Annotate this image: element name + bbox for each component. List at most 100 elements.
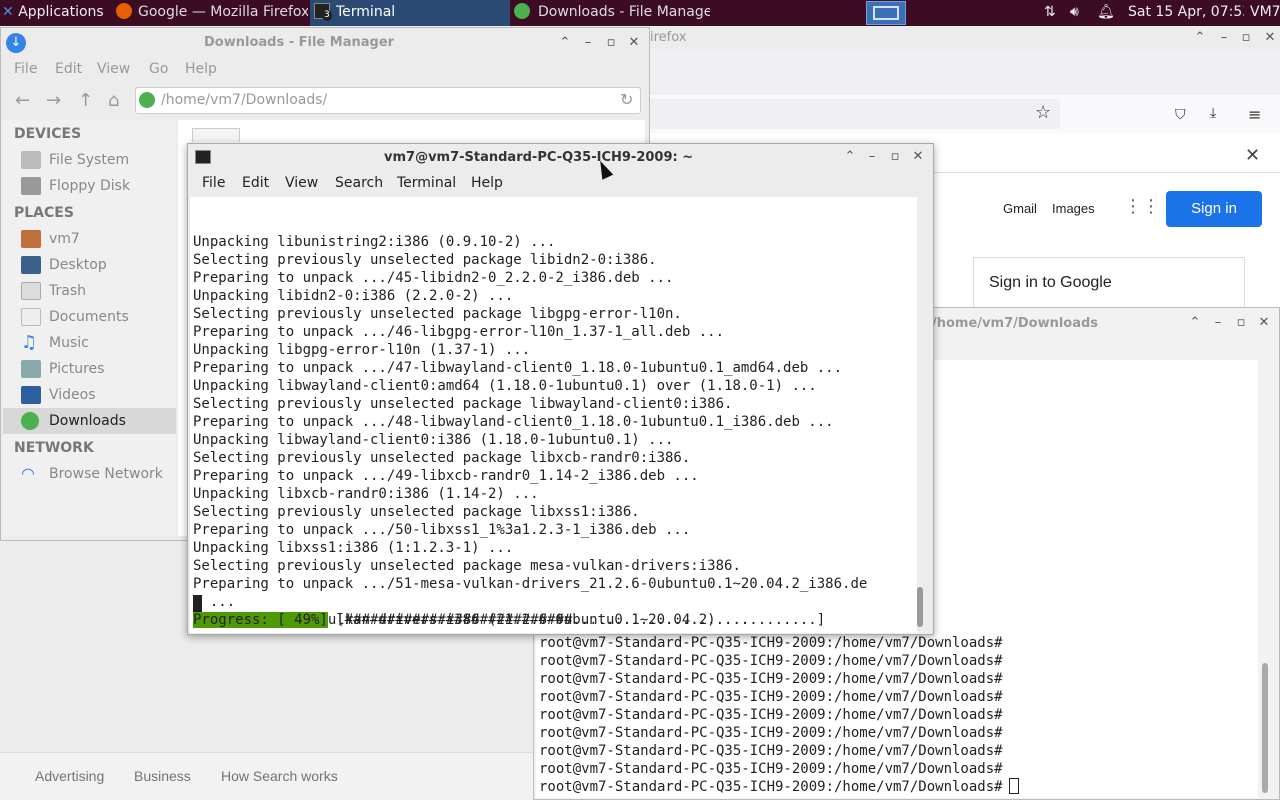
- close-button[interactable]: ✕: [1256, 315, 1272, 330]
- task-terminal[interactable]: Terminal 3: [310, 0, 510, 26]
- collapse-icon[interactable]: ⌃: [557, 35, 573, 50]
- maximize-button[interactable]: ▫: [603, 35, 619, 50]
- sidebar-item-documents[interactable]: Documents: [3, 304, 176, 330]
- section-devices: DEVICES: [14, 126, 82, 142]
- minimize-button[interactable]: –: [1216, 27, 1232, 49]
- terminal-title: vm7@vm7-Standard-PC-Q35-ICH9-2009: ~: [384, 150, 694, 165]
- forward-arrow-icon[interactable]: →: [46, 90, 61, 111]
- sidebar-item-downloads[interactable]: Downloads: [3, 408, 176, 434]
- sign-in-card-title: Sign in to Google: [989, 274, 1112, 291]
- close-notification-icon[interactable]: ✕: [1245, 145, 1260, 166]
- progress-bar-text: [###########################............…: [327, 612, 826, 628]
- downloads-icon[interactable]: ⤓: [1210, 105, 1216, 121]
- terminal-line: Selecting previously unselected package …: [193, 396, 733, 412]
- drive-icon: [21, 151, 41, 169]
- terminal-2-cursor: [1008, 778, 1019, 794]
- sidebar-item-home[interactable]: vm7: [3, 226, 176, 252]
- file-item-icon[interactable]: [192, 128, 240, 142]
- firefox-titlebar: irefox ⌃ – ▫ ✕: [630, 27, 1280, 49]
- menu-help[interactable]: Help: [185, 61, 217, 77]
- task-firefox[interactable]: Google — Mozilla Firefox: [112, 0, 308, 26]
- gmail-link[interactable]: Gmail: [1003, 201, 1037, 216]
- task-file-manager[interactable]: Downloads - File Manager: [512, 0, 710, 26]
- terminal-line: Unpacking libwayland-client0:i386 (1.18.…: [193, 432, 674, 448]
- close-button[interactable]: ✕: [1262, 27, 1278, 49]
- menu-help[interactable]: Help: [471, 175, 503, 191]
- maximize-button[interactable]: ▫: [887, 149, 903, 164]
- menu-edit[interactable]: Edit: [55, 61, 82, 77]
- sidebar-item-floppy[interactable]: Floppy Disk: [3, 173, 176, 199]
- terminal-2-prompt-line: root@vm7-Standard-PC-Q35-ICH9-2009:/home…: [539, 671, 1003, 687]
- footer-how-search-works[interactable]: How Search works: [221, 768, 338, 784]
- music-note-icon: ♫: [21, 332, 38, 353]
- location-bar[interactable]: /home/vm7/Downloads/ ↻: [135, 87, 641, 114]
- back-arrow-icon[interactable]: ←: [15, 90, 30, 111]
- terminal-output[interactable]: Unpacking libunistring2:i386 (0.9.10-2) …: [190, 197, 917, 633]
- sidebar-item-desktop[interactable]: Desktop: [3, 252, 176, 278]
- applications-menu[interactable]: ✕ Applications ⋮: [2, 0, 110, 26]
- collapse-icon[interactable]: ⌃: [842, 149, 858, 164]
- downloads-location-icon: [139, 92, 155, 108]
- terminal-scrollbar[interactable]: [917, 587, 923, 627]
- notification-bell-icon[interactable]: 🔔︎: [1097, 0, 1115, 26]
- sidebar-item-videos[interactable]: Videos: [3, 382, 176, 408]
- terminal-2-scrollbar[interactable]: [1262, 663, 1268, 793]
- sign-in-button[interactable]: Sign in: [1166, 191, 1262, 227]
- address-bar[interactable]: ☆: [630, 99, 1060, 129]
- maximize-button[interactable]: ▫: [1233, 315, 1249, 330]
- floppy-icon: [21, 177, 41, 195]
- terminal-line: Unpacking libxcb-randr0:i386 (1.14-2) ..…: [193, 486, 539, 502]
- downloads-folder-icon: [514, 3, 530, 19]
- progress-label: Progress: [ 49%]: [193, 612, 328, 628]
- firefox-title: irefox: [650, 30, 687, 45]
- trash-icon: [21, 282, 41, 300]
- menu-terminal[interactable]: Terminal: [397, 175, 456, 191]
- minimize-icon[interactable]: ⌃: [1192, 27, 1208, 49]
- menu-edit[interactable]: Edit: [242, 175, 269, 191]
- network-icon[interactable]: ⇅: [1044, 0, 1064, 26]
- maximize-button[interactable]: ▫: [1238, 27, 1254, 49]
- user-menu[interactable]: VM7: [1250, 0, 1280, 26]
- sidebar-item-file-system[interactable]: File System: [3, 147, 176, 173]
- terminal-2-prompt-line: root@vm7-Standard-PC-Q35-ICH9-2009:/home…: [539, 743, 1003, 759]
- terminal-2-title: /home/vm7/Downloads: [932, 316, 1099, 331]
- collapse-icon[interactable]: ⌃: [1187, 315, 1203, 330]
- hamburger-menu-icon[interactable]: ≡: [1248, 105, 1261, 124]
- images-link[interactable]: Images: [1052, 201, 1095, 216]
- menu-file[interactable]: File: [202, 175, 225, 191]
- menu-go[interactable]: Go: [149, 61, 168, 77]
- close-button[interactable]: ✕: [910, 149, 926, 164]
- terminal-2-prompt-line: root@vm7-Standard-PC-Q35-ICH9-2009:/home…: [539, 707, 1003, 723]
- menu-view[interactable]: View: [285, 175, 318, 191]
- menu-view[interactable]: View: [97, 61, 130, 77]
- sidebar-item-pictures[interactable]: Pictures: [3, 356, 176, 382]
- minimize-button[interactable]: –: [580, 35, 596, 50]
- footer-business[interactable]: Business: [134, 768, 191, 784]
- top-panel: ✕ Applications ⋮ Google — Mozilla Firefo…: [0, 0, 1280, 26]
- home-icon[interactable]: ⌂: [108, 90, 119, 111]
- footer-advertising[interactable]: Advertising: [35, 768, 104, 784]
- workspace-switcher[interactable]: [866, 1, 906, 25]
- clock[interactable]: Sat 15 Apr, 07:53: [1128, 0, 1244, 26]
- pocket-icon[interactable]: ⛉: [1175, 107, 1186, 123]
- sidebar-item-trash[interactable]: Trash: [3, 278, 176, 304]
- terminal-2-prompt-line: root@vm7-Standard-PC-Q35-ICH9-2009:/home…: [539, 635, 1003, 651]
- reload-icon[interactable]: ↻: [620, 90, 633, 109]
- sidebar-item-music[interactable]: ♫ Music: [3, 330, 176, 356]
- terminal-line: Preparing to unpack .../46-libgpg-error-…: [193, 324, 725, 340]
- up-arrow-icon[interactable]: ↑: [78, 90, 93, 111]
- volume-icon[interactable]: 🔊︎: [1070, 0, 1090, 26]
- terminal-line: Selecting previously unselected package …: [193, 504, 640, 520]
- menu-search[interactable]: Search: [335, 175, 383, 191]
- bookmark-star-icon[interactable]: ☆: [1035, 102, 1051, 123]
- minimize-button[interactable]: –: [864, 149, 880, 164]
- firefox-icon: [116, 3, 132, 19]
- minimize-button[interactable]: –: [1210, 315, 1226, 330]
- terminal-line: Preparing to unpack .../51-mesa-vulkan-d…: [193, 576, 868, 592]
- terminal-2-prompt-line: root@vm7-Standard-PC-Q35-ICH9-2009:/home…: [539, 653, 1003, 669]
- terminal-app-icon: [195, 150, 211, 164]
- close-button[interactable]: ✕: [626, 35, 642, 50]
- sidebar-item-browse-network[interactable]: ◠ Browse Network: [3, 461, 176, 487]
- menu-file[interactable]: File: [14, 61, 37, 77]
